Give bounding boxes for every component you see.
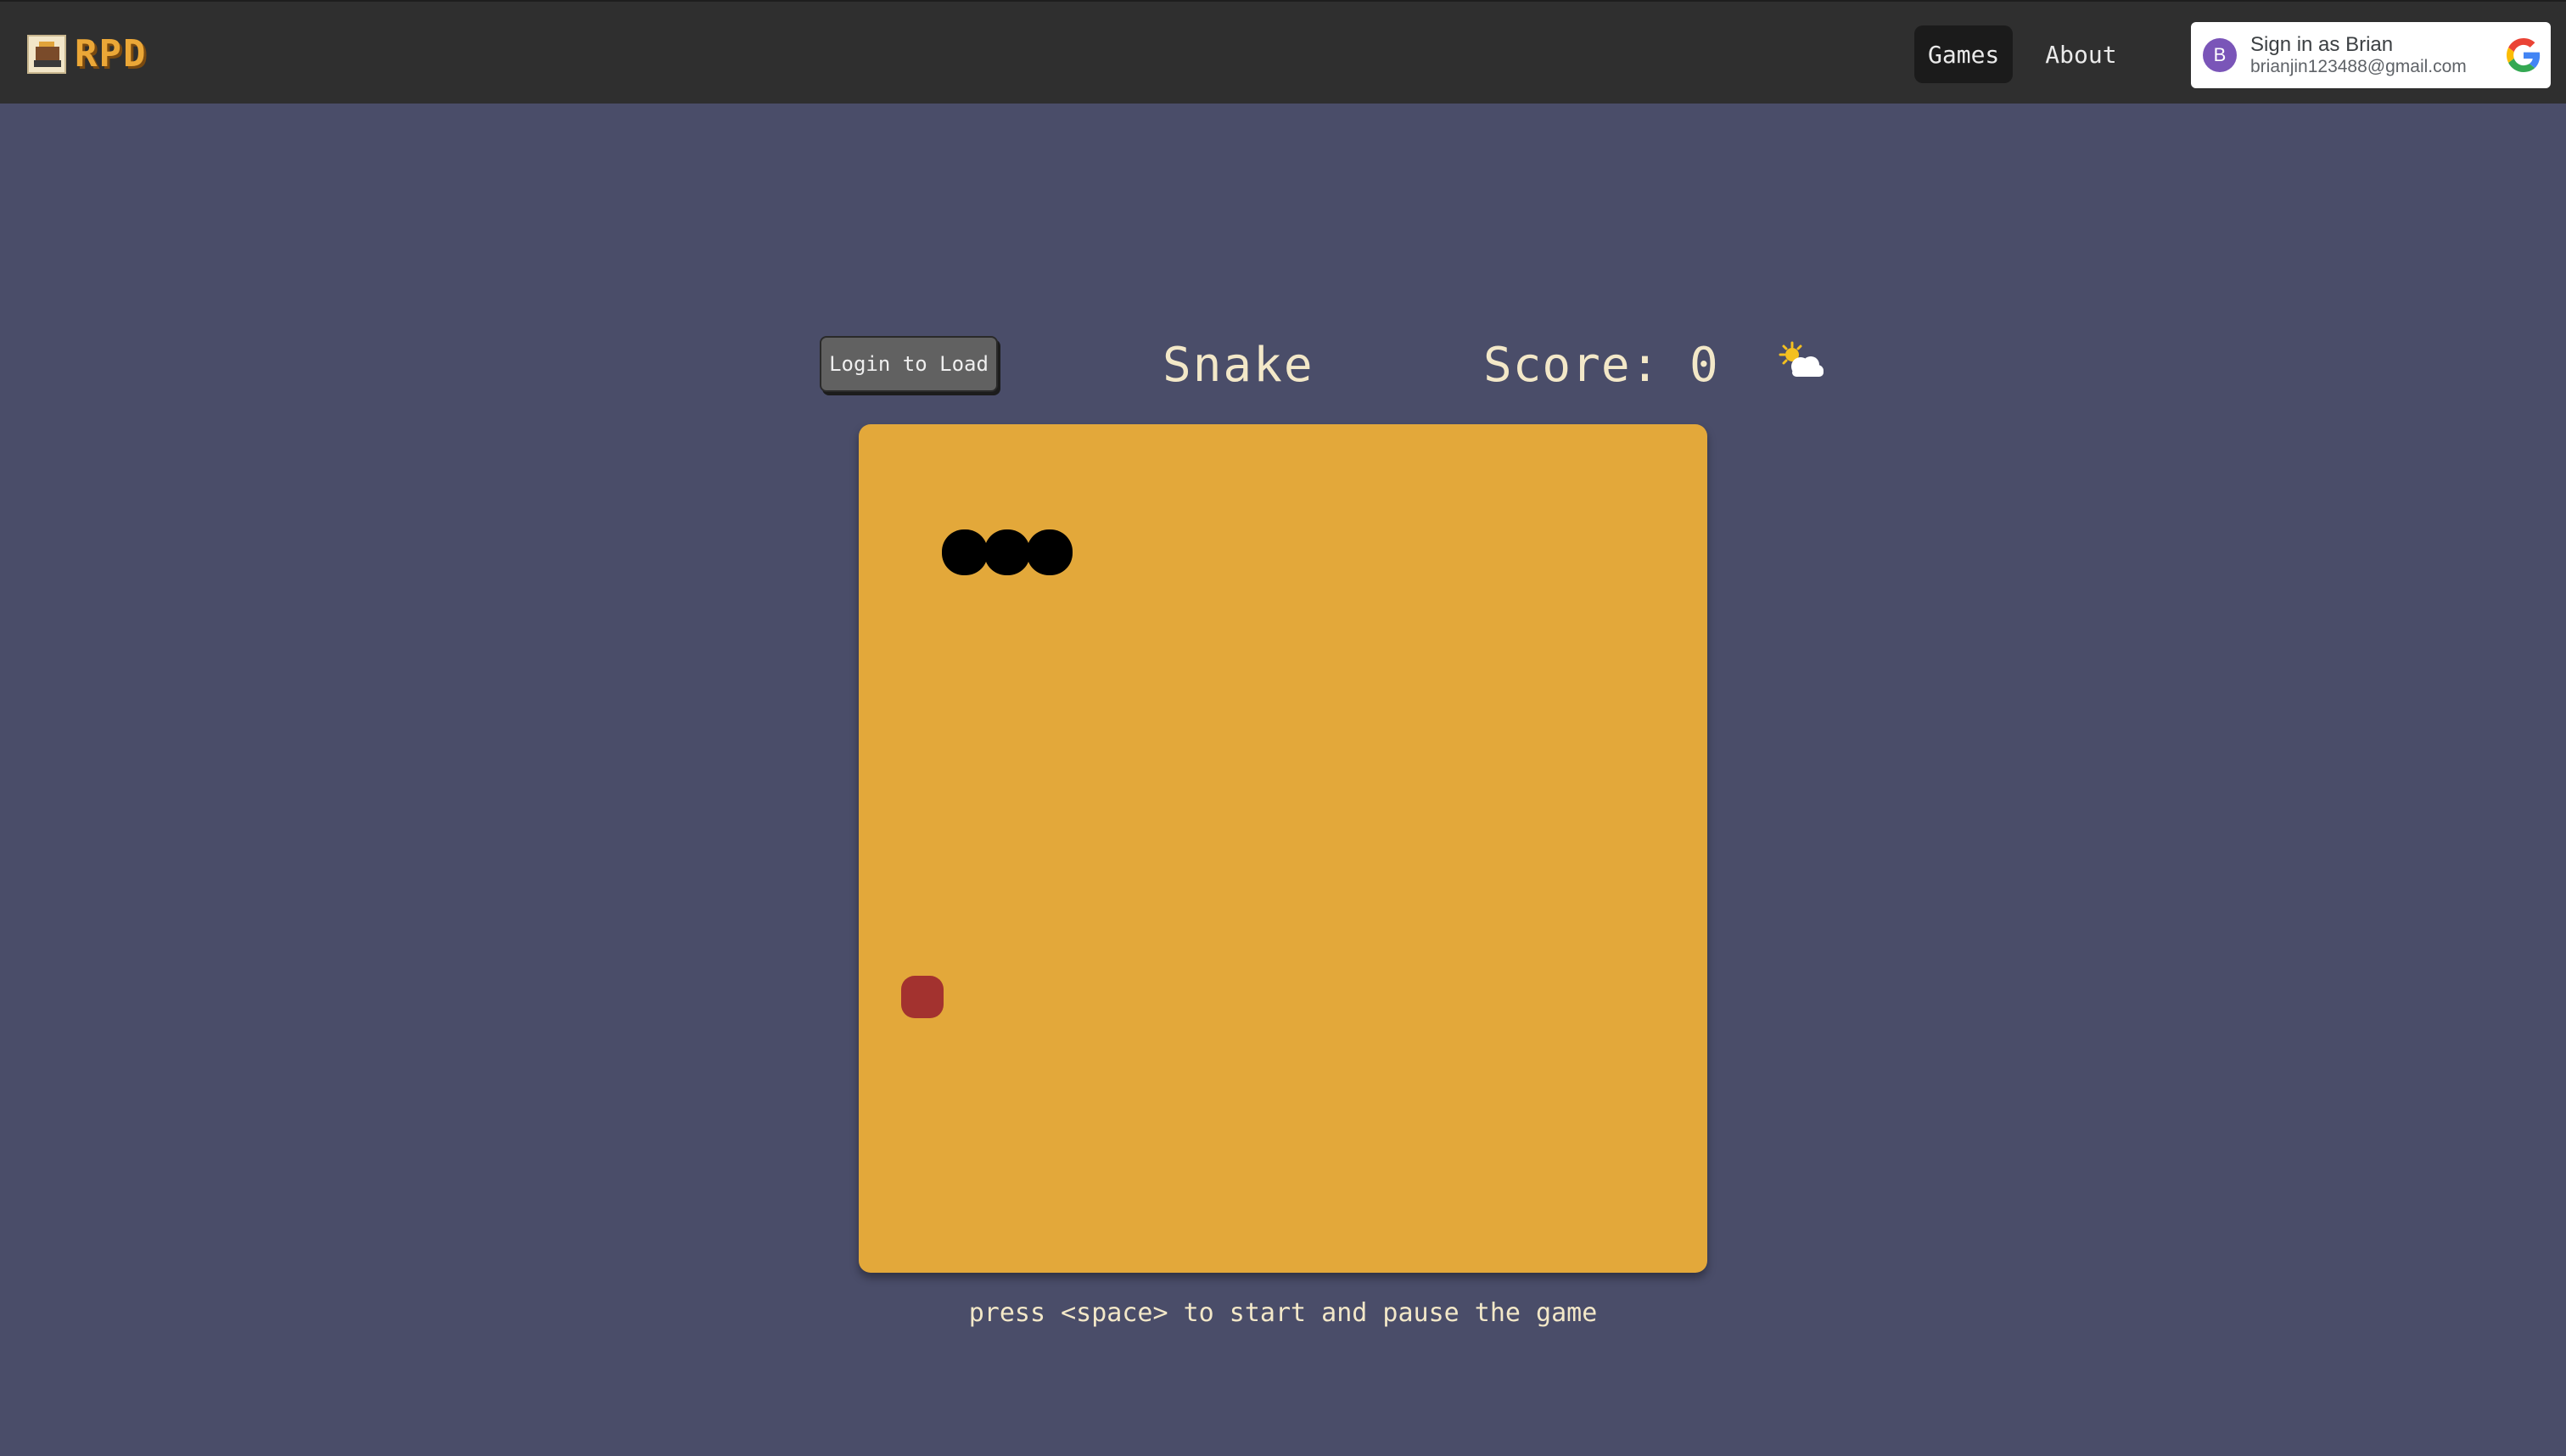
signin-title: Sign in as Brian: [2250, 33, 2394, 57]
nav-link-games[interactable]: Games: [1914, 25, 2014, 83]
brand-link[interactable]: RPD: [27, 34, 147, 75]
game-board[interactable]: [859, 424, 1707, 1273]
snake-segment: [984, 529, 1030, 575]
snake-segment: [942, 529, 988, 575]
login-to-load-button[interactable]: Login to Load: [820, 336, 998, 392]
signin-email: brianjin123488@gmail.com: [2250, 56, 2467, 76]
nav-links: Games About: [1914, 25, 2131, 83]
google-signin-button[interactable]: B Sign in as Brian brianjin123488@gmail.…: [2191, 22, 2551, 88]
food-pellet: [901, 976, 944, 1018]
instructions-text: press <space> to start and pause the gam…: [968, 1298, 1598, 1328]
avatar: B: [2203, 38, 2237, 72]
brand-name: RPD: [75, 32, 148, 76]
game-title: Snake: [1163, 338, 1314, 393]
nav-link-about[interactable]: About: [2031, 25, 2130, 83]
sun-cloud-icon[interactable]: [1775, 339, 1826, 385]
brand-logo-icon: [27, 35, 66, 74]
google-icon: [2507, 38, 2541, 72]
snake-segment: [1027, 529, 1073, 575]
score-display: Score: 0: [1483, 338, 1719, 393]
navbar: RPD Games About B Sign in as Brian brian…: [0, 0, 2566, 104]
